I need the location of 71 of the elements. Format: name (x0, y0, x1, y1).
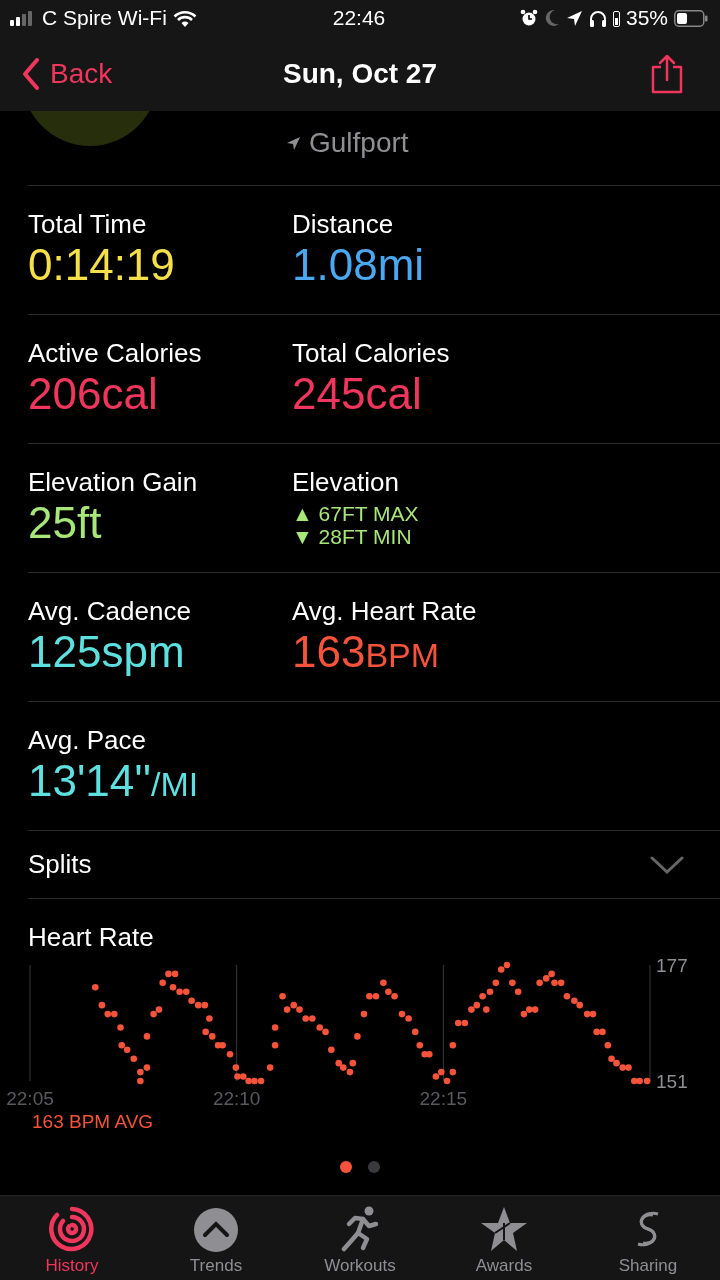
metric-value: 206cal (28, 369, 159, 419)
data-point (483, 1006, 490, 1013)
metric-value: 125spm (28, 627, 186, 677)
chevron-left-icon (22, 57, 40, 90)
metric-label: Avg. Heart Rate (292, 595, 478, 627)
share-icon[interactable] (650, 53, 684, 94)
tab-bar-item[interactable]: Sharing (583, 1196, 713, 1280)
data-point (411, 1028, 419, 1036)
data-point (117, 1024, 124, 1031)
chevron-down-icon (650, 854, 684, 875)
metric-value: 25ft (28, 498, 103, 548)
metric-value: 1.08mi (292, 240, 426, 290)
axis-label: 22:15 (419, 1088, 468, 1109)
wifi-icon (172, 9, 197, 27)
data-point (279, 992, 286, 1000)
splits-row[interactable]: Splits (28, 831, 720, 899)
alarm-icon (519, 9, 538, 27)
metric-label: Elevation (292, 466, 400, 498)
metric-label: Distance (292, 208, 395, 240)
back-button[interactable]: Back (22, 57, 113, 90)
metric-label: Total Time (28, 208, 148, 240)
axis-label: 177 (656, 954, 688, 976)
metric-label: Avg. Cadence (28, 595, 192, 627)
runner-icon (341, 1206, 379, 1252)
section-title: Heart Rate (28, 921, 155, 953)
rings-icon (49, 1206, 95, 1252)
carrier-name: C Spire Wi-Fi (42, 6, 167, 30)
tab-bar-item[interactable]: Workouts (295, 1196, 425, 1280)
location-arrow-icon (286, 135, 301, 151)
axis-label: 22:10 (212, 1088, 261, 1109)
data-point (271, 1024, 279, 1031)
data-point (266, 1064, 274, 1071)
elevation-reading: ▼ 28FT MIN (292, 525, 413, 548)
data-point (206, 1015, 213, 1022)
data-point (360, 1010, 368, 1018)
chevron-up-circle-icon (194, 1208, 238, 1252)
tab-bar-item[interactable]: Awards (439, 1196, 569, 1280)
battery-percent: 35% (625, 6, 668, 30)
average-heart-rate: 163 BPM AVG (32, 1111, 155, 1133)
metric-label: Elevation Gain (28, 466, 199, 498)
metric-label: Total Calories (292, 337, 451, 369)
data-point (354, 1033, 361, 1040)
data-point (143, 1033, 151, 1040)
metric-value: 163BPM (292, 627, 441, 678)
axis-label: 22:05 (6, 1088, 54, 1109)
headphones-icon (588, 9, 607, 27)
elevation-reading: ▲ 67FT MAX (292, 502, 420, 525)
clock-time: 22:46 (332, 6, 386, 30)
battery-icon (674, 9, 708, 27)
data-point (92, 984, 99, 991)
page-dot[interactable] (340, 1161, 352, 1173)
tab-bar-item[interactable]: History (7, 1196, 137, 1280)
moon-icon (543, 9, 560, 27)
data-point (328, 1046, 335, 1054)
axis-label: 151 (656, 1070, 688, 1092)
page-dot[interactable] (368, 1161, 380, 1173)
battery-small-icon (612, 9, 620, 27)
metric-value: 245cal (292, 369, 423, 419)
data-point (449, 1042, 457, 1049)
metric-value: 0:14:19 (28, 240, 176, 290)
data-point (271, 1042, 279, 1049)
metric-label: Avg. Pace (28, 724, 148, 756)
data-point (232, 1064, 240, 1071)
location-name: Gulfport (309, 127, 409, 159)
metric-label: Active Calories (28, 337, 203, 369)
page-title: Sun, Oct 27 (283, 57, 437, 90)
tab-bar-item[interactable]: Trends (151, 1196, 281, 1280)
location-arrow-icon (565, 9, 583, 27)
metric-value: 13'14''/MI (28, 756, 200, 807)
star-icon (480, 1206, 528, 1252)
data-point (604, 1042, 612, 1049)
